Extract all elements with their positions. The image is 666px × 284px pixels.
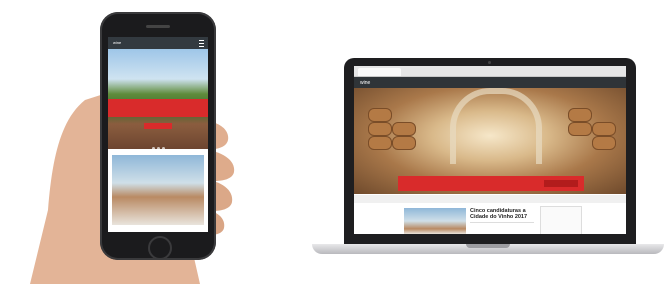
smartphone: wine <box>100 12 216 260</box>
hero-banner-button[interactable] <box>544 180 578 187</box>
sidebar-widget <box>540 206 582 234</box>
barrel <box>592 136 616 150</box>
hamburger-menu-icon[interactable] <box>199 40 204 47</box>
phone-site-logo[interactable]: wine <box>113 40 121 45</box>
phone-hero-banner <box>108 99 208 117</box>
home-button[interactable] <box>148 236 172 260</box>
site-menu <box>414 81 468 85</box>
news-title[interactable]: Cinco candidaturas a Cidade do Vinho 201… <box>470 208 534 220</box>
carousel-dots[interactable] <box>152 137 167 155</box>
phone-banner-button[interactable] <box>144 123 172 129</box>
laptop-notch <box>466 244 510 248</box>
barrel <box>568 108 592 122</box>
carousel-strip <box>354 195 626 203</box>
browser-toolbar <box>354 66 626 77</box>
phone-speaker <box>146 25 170 28</box>
barrel <box>392 122 416 136</box>
barrel <box>592 122 616 136</box>
phone-navbar: wine <box>108 37 208 49</box>
barrel <box>368 108 392 122</box>
phone-screen: wine <box>108 37 208 232</box>
cellar-arch <box>450 88 542 164</box>
browser-tab[interactable] <box>358 68 401 76</box>
barrel <box>392 136 416 150</box>
barrel <box>568 122 592 136</box>
barrel <box>368 136 392 150</box>
barrel <box>368 122 392 136</box>
news-excerpt <box>470 222 534 233</box>
hero-banner <box>398 176 584 191</box>
site-logo[interactable]: wine <box>360 80 370 86</box>
webcam-icon <box>488 61 491 64</box>
news-thumbnail[interactable] <box>404 208 466 234</box>
laptop-screen: wine Cinco candidaturas a Cidade do Vinh… <box>354 66 626 234</box>
building-flags-image <box>112 155 204 225</box>
